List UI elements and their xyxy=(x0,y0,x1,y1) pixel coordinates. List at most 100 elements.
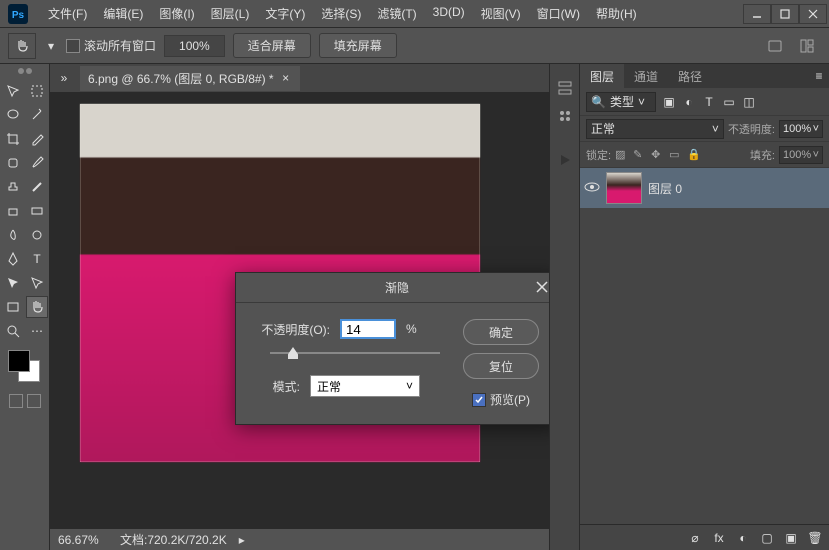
lock-position-icon[interactable]: ✥ xyxy=(651,148,665,162)
crop-tool[interactable] xyxy=(2,128,24,150)
filter-shape-icon[interactable]: ▭ xyxy=(722,95,736,109)
wand-tool[interactable] xyxy=(26,104,48,126)
menu-3d[interactable]: 3D(D) xyxy=(425,1,473,26)
fill-value[interactable]: 100%˅ xyxy=(779,146,823,164)
new-layer-icon[interactable]: ▣ xyxy=(783,530,799,546)
blend-mode-select[interactable]: 正常˅ xyxy=(586,119,724,139)
lock-artboard-icon[interactable]: ▭ xyxy=(669,148,683,162)
blur-tool[interactable] xyxy=(2,224,24,246)
ruler-toggle-icon[interactable]: » xyxy=(54,68,74,88)
history-brush-tool[interactable] xyxy=(26,176,48,198)
eyedropper-tool[interactable] xyxy=(26,128,48,150)
pen-tool[interactable] xyxy=(2,248,24,270)
close-button[interactable] xyxy=(799,4,827,24)
zoom-100-button[interactable]: 100% xyxy=(164,35,225,57)
menu-edit[interactable]: 编辑(E) xyxy=(95,1,151,26)
mode-select[interactable]: 正常 ˅ xyxy=(310,375,420,397)
dock-play-icon[interactable] xyxy=(553,148,577,172)
delete-layer-icon[interactable]: 🗑 xyxy=(807,530,823,546)
svg-text:T: T xyxy=(33,252,41,266)
filter-type-icon[interactable]: T xyxy=(702,95,716,109)
fill-label: 填充: xyxy=(750,147,775,163)
workspace-icon[interactable] xyxy=(793,34,821,58)
preview-label: 预览(P) xyxy=(490,391,530,408)
edit-toolbar[interactable]: ⋯ xyxy=(26,320,48,342)
layer-visibility-icon[interactable] xyxy=(584,181,600,196)
lock-pixel-icon[interactable]: ✎ xyxy=(633,148,647,162)
dock-icon-1[interactable] xyxy=(553,76,577,100)
gradient-tool[interactable] xyxy=(26,200,48,222)
opacity-slider[interactable] xyxy=(270,345,440,361)
filter-adjust-icon[interactable]: ◐ xyxy=(682,95,696,109)
tab-paths[interactable]: 路径 xyxy=(668,64,712,88)
hand-tool[interactable] xyxy=(26,296,48,318)
move-tool[interactable] xyxy=(2,80,24,102)
direct-select-tool[interactable] xyxy=(26,272,48,294)
scroll-all-checkbox[interactable] xyxy=(66,39,80,53)
menu-view[interactable]: 视图(V) xyxy=(473,1,529,26)
opacity-input[interactable] xyxy=(340,319,396,339)
brush-tool[interactable] xyxy=(26,152,48,174)
status-zoom[interactable]: 66.67% xyxy=(58,533,108,547)
dodge-tool[interactable] xyxy=(26,224,48,246)
path-tool[interactable] xyxy=(2,272,24,294)
cloud-icon[interactable] xyxy=(761,34,789,58)
menu-select[interactable]: 选择(S) xyxy=(313,1,369,26)
layer-name[interactable]: 图层 0 xyxy=(648,180,682,197)
color-swatches[interactable] xyxy=(2,350,47,390)
opacity-panel-label: 不透明度: xyxy=(728,121,775,137)
tab-channels[interactable]: 通道 xyxy=(624,64,668,88)
type-tool[interactable]: T xyxy=(26,248,48,270)
menu-window[interactable]: 窗口(W) xyxy=(529,1,588,26)
maximize-button[interactable] xyxy=(771,4,799,24)
filter-pixel-icon[interactable]: ▣ xyxy=(662,95,676,109)
menu-image[interactable]: 图像(I) xyxy=(151,1,202,26)
tool-preset-dropdown[interactable]: ▾ xyxy=(44,39,58,53)
new-group-icon[interactable]: ▢ xyxy=(759,530,775,546)
filter-smart-icon[interactable]: ◫ xyxy=(742,95,756,109)
layer-style-icon[interactable]: fx xyxy=(711,530,727,546)
canvas-area[interactable]: GX 网 system.com 渐隐 不透明度(O): % xyxy=(50,92,549,528)
opacity-label: 不透明度(O): xyxy=(250,321,330,338)
marquee-tool[interactable] xyxy=(26,80,48,102)
eraser-tool[interactable] xyxy=(2,200,24,222)
mode-label: 模式: xyxy=(250,378,300,395)
lock-all-icon[interactable]: 🔒 xyxy=(687,148,701,162)
minimize-button[interactable] xyxy=(743,4,771,24)
document-tab-close[interactable]: × xyxy=(280,72,292,84)
layer-mask-icon[interactable]: ◐ xyxy=(735,530,751,546)
menu-layer[interactable]: 图层(L) xyxy=(203,1,258,26)
menu-type[interactable]: 文字(Y) xyxy=(257,1,313,26)
foreground-color[interactable] xyxy=(8,350,30,372)
dock-icon-2[interactable] xyxy=(553,104,577,128)
panel-menu-icon[interactable]: ≡ xyxy=(809,64,829,88)
tool-preset-icon[interactable] xyxy=(8,33,36,59)
menu-help[interactable]: 帮助(H) xyxy=(588,1,645,26)
layer-thumbnail[interactable] xyxy=(606,172,642,204)
lasso-tool[interactable] xyxy=(2,104,24,126)
fit-screen-button[interactable]: 适合屏幕 xyxy=(233,33,311,58)
slider-thumb[interactable] xyxy=(288,347,298,359)
tab-layers[interactable]: 图层 xyxy=(580,64,624,88)
ok-button[interactable]: 确定 xyxy=(463,319,539,345)
rectangle-tool[interactable] xyxy=(2,296,24,318)
lock-transparent-icon[interactable]: ▨ xyxy=(615,148,629,162)
zoom-tool[interactable] xyxy=(2,320,24,342)
screenmode-icon[interactable] xyxy=(27,394,41,408)
layer-row[interactable]: 图层 0 xyxy=(580,168,829,208)
reset-button[interactable]: 复位 xyxy=(463,353,539,379)
fill-screen-button[interactable]: 填充屏幕 xyxy=(319,33,397,58)
opacity-panel-value[interactable]: 100%˅ xyxy=(779,120,823,138)
layer-filter-select[interactable]: 🔍 类型 ˅ xyxy=(586,92,656,112)
menu-file[interactable]: 文件(F) xyxy=(40,1,95,26)
dialog-close-button[interactable] xyxy=(532,277,549,297)
search-icon: 🔍 xyxy=(591,95,606,109)
document-tab[interactable]: 6.png @ 66.7% (图层 0, RGB/8#) * × xyxy=(80,66,300,91)
stamp-tool[interactable] xyxy=(2,176,24,198)
preview-checkbox[interactable] xyxy=(472,393,486,407)
status-menu-icon[interactable]: ▸ xyxy=(239,533,249,547)
heal-tool[interactable] xyxy=(2,152,24,174)
menu-filter[interactable]: 滤镜(T) xyxy=(369,1,424,26)
link-layers-icon[interactable]: ⌀ xyxy=(687,530,703,546)
quickmask-icon[interactable] xyxy=(9,394,23,408)
